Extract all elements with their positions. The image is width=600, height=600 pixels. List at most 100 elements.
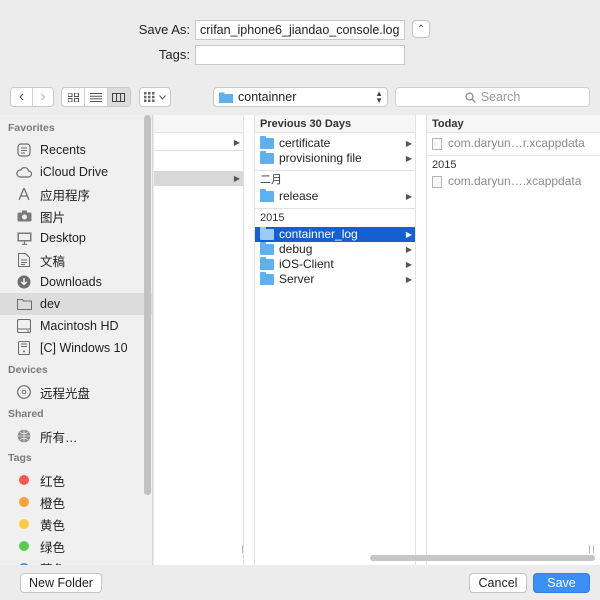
disclosure-arrow-icon: ▶ — [405, 139, 412, 148]
item-label: containner_log — [279, 227, 358, 241]
item-label: provisioning file — [279, 151, 362, 165]
horizontal-scrollbar[interactable] — [370, 555, 595, 561]
new-folder-button[interactable]: New Folder — [20, 573, 102, 593]
disclosure-arrow-icon: ▶ — [405, 230, 412, 239]
list-item[interactable]: ▶ — [154, 171, 243, 186]
sidebar-item-label: 黄色 — [40, 518, 66, 533]
list-item-release[interactable]: release ▶ — [255, 189, 415, 204]
document-icon — [16, 252, 32, 268]
icon-view-button[interactable] — [62, 88, 84, 106]
search-field[interactable]: Search — [395, 87, 590, 107]
sidebar-tag-orange[interactable]: 橙色 — [0, 491, 152, 513]
sidebar-item-icloud-drive[interactable]: iCloud Drive — [0, 161, 152, 183]
chevron-down-icon — [159, 94, 166, 100]
search-icon — [465, 91, 476, 103]
filename-field[interactable]: crifan_iphone6_jiandao_console.log — [195, 20, 405, 40]
tags-field[interactable] — [195, 45, 405, 65]
item-label: debug — [279, 242, 313, 256]
nav-buttons: ‹ › — [10, 87, 54, 107]
arrange-button[interactable] — [139, 87, 171, 107]
forward-button[interactable]: › — [31, 88, 53, 106]
folder-icon — [260, 257, 274, 270]
item-label: release — [279, 189, 319, 203]
sidebar-tag-yellow[interactable]: 黄色 — [0, 513, 152, 535]
sidebar-item-label: 远程光盘 — [40, 386, 91, 401]
column-browser: ▶ ▶ Previous 30 Days certificate ▶ provi… — [154, 115, 600, 565]
sidebar-item-windows-10[interactable]: [C] Windows 10 — [0, 337, 152, 359]
sidebar-item-label: 所有… — [40, 430, 78, 445]
list-item-server[interactable]: Server ▶ — [255, 272, 415, 287]
tag-dot-icon — [16, 494, 32, 510]
sidebar-item-remote-disc[interactable]: 远程光盘 — [0, 381, 152, 403]
back-button[interactable]: ‹ — [11, 88, 32, 106]
column-1-header — [154, 115, 243, 133]
list-item-certificate[interactable]: certificate ▶ — [255, 136, 415, 151]
sidebar-item-documents[interactable]: 文稿 — [0, 249, 152, 271]
sidebar-tag-green[interactable]: 绿色 — [0, 535, 152, 557]
sidebar-tag-red[interactable]: 红色 — [0, 469, 152, 491]
cloud-icon — [16, 164, 32, 180]
chevron-right-icon: › — [40, 88, 46, 105]
folder-icon — [16, 296, 32, 312]
expand-dialog-button[interactable]: ⌃ — [412, 20, 430, 38]
list-item-xcappdata[interactable]: com.daryun…r.xcappdata — [427, 136, 600, 151]
sidebar-section-shared: Shared — [8, 408, 44, 420]
sidebar-item-downloads[interactable]: Downloads — [0, 271, 152, 293]
sidebar-item-recents[interactable]: Recents — [0, 139, 152, 161]
sidebar-item-label: iCloud Drive — [40, 165, 109, 179]
sidebar-item-pictures[interactable]: 图片 — [0, 205, 152, 227]
disclosure-arrow-icon: ▶ — [405, 260, 412, 269]
location-label: containner — [238, 90, 297, 104]
camera-icon — [16, 208, 32, 224]
item-label: com.daryun…r.xcappdata — [448, 136, 585, 150]
list-icon — [90, 92, 102, 102]
view-mode-buttons — [61, 87, 131, 107]
item-label: iOS-Client — [279, 257, 334, 271]
disclosure-arrow-icon: ▶ — [405, 192, 412, 201]
list-item[interactable]: ▶ — [154, 135, 243, 150]
tag-dot-icon — [16, 472, 32, 488]
list-item-xcappdata[interactable]: com.daryun….xcappdata — [427, 174, 600, 189]
sidebar-item-label: 红色 — [40, 474, 66, 489]
hard-drive-icon — [16, 318, 32, 334]
folder-icon — [260, 151, 274, 164]
tag-color-dot — [19, 497, 29, 507]
arrange-popup[interactable] — [140, 88, 170, 106]
column-resize-handle[interactable] — [589, 545, 594, 553]
sidebar-item-label: [C] Windows 10 — [40, 341, 128, 355]
list-item-debug[interactable]: debug ▶ — [255, 242, 415, 257]
sidebar-item-macintosh-hd[interactable]: Macintosh HD — [0, 315, 152, 337]
tag-color-dot — [19, 541, 29, 551]
location-popup[interactable]: containner ▲ ▼ — [213, 87, 388, 107]
folder-icon — [260, 242, 274, 255]
group-label-2015: 2015 — [427, 155, 600, 174]
network-icon — [16, 428, 32, 444]
sidebar-tag-blue[interactable]: 蓝色 — [0, 557, 152, 565]
sidebar-item-applications[interactable]: 应用程序 — [0, 183, 152, 205]
disclosure-arrow-icon: ▶ — [233, 138, 240, 147]
clock-icon — [16, 142, 32, 158]
column-view-button[interactable] — [106, 88, 130, 106]
save-button[interactable]: Save — [533, 573, 590, 593]
sidebar-item-label: Downloads — [40, 275, 102, 289]
sidebar-item-label: 应用程序 — [40, 188, 91, 203]
sidebar-item-all-shared[interactable]: 所有… — [0, 425, 152, 447]
list-view-button[interactable] — [84, 88, 106, 106]
sidebar-item-label: 图片 — [40, 210, 66, 225]
list-item-ios-client[interactable]: iOS-Client ▶ — [255, 257, 415, 272]
drive-icon — [16, 340, 32, 356]
list-item-containner-log[interactable]: containner_log ▶ — [255, 227, 415, 242]
sidebar-item-label: Macintosh HD — [40, 319, 119, 333]
item-label: certificate — [279, 136, 331, 150]
column-3: Today com.daryun…r.xcappdata 2015 com.da… — [426, 115, 600, 565]
sidebar-item-desktop[interactable]: Desktop — [0, 227, 152, 249]
cancel-button[interactable]: Cancel — [469, 573, 527, 593]
column-resize-handle[interactable] — [415, 545, 416, 553]
list-item-provisioning-file[interactable]: provisioning file ▶ — [255, 151, 415, 166]
sidebar-item-label: 文稿 — [40, 254, 66, 269]
sidebar-scrollbar[interactable] — [144, 115, 151, 495]
group-label-february: 二月 — [255, 170, 415, 189]
search-placeholder: Search — [480, 90, 521, 104]
sidebar-item-dev[interactable]: dev — [0, 293, 152, 315]
column-resize-handle[interactable] — [242, 545, 243, 553]
